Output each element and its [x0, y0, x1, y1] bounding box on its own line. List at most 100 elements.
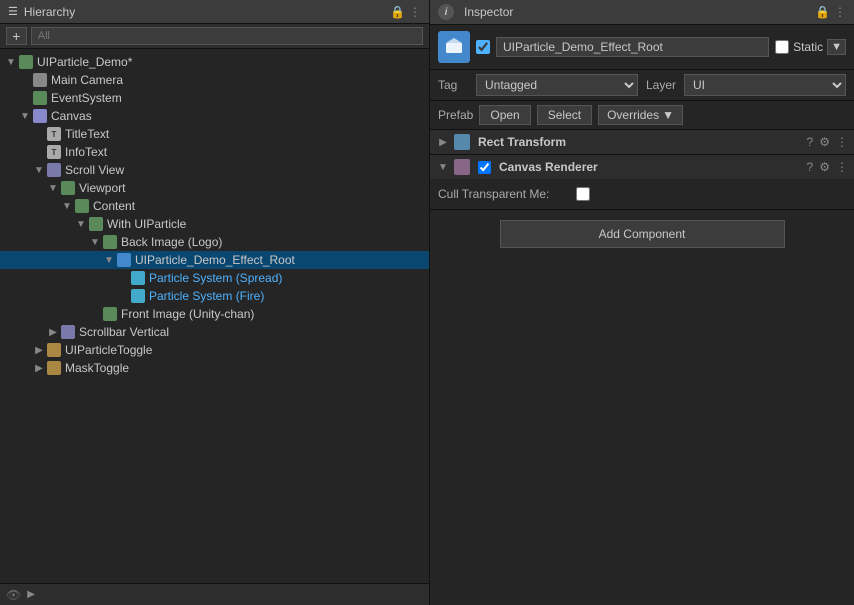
tree-item-TitleText[interactable]: T TitleText: [0, 125, 429, 143]
icon-ScrollbarVertical: [60, 324, 76, 340]
arrow-ScrollView: [32, 165, 46, 176]
icon-Viewport: [60, 180, 76, 196]
rect-transform-title: Rect Transform: [478, 135, 803, 149]
canvas-renderer-help-icon[interactable]: ?: [807, 160, 814, 174]
canvas-renderer-settings-icon[interactable]: ⚙: [819, 160, 830, 174]
rect-transform-icon: [454, 134, 470, 150]
tag-dropdown[interactable]: Untagged: [476, 74, 638, 96]
tree-item-WithUIParticle[interactable]: With UIParticle: [0, 215, 429, 233]
icon-MaskToggle: [46, 360, 62, 376]
tree-item-Canvas[interactable]: Canvas: [0, 107, 429, 125]
inspector-lock-icon[interactable]: 🔒: [815, 5, 830, 19]
tree-item-ParticleSpread[interactable]: Particle System (Spread): [0, 269, 429, 287]
label-ScrollView: Scroll View: [65, 163, 124, 177]
tree-item-UIParticleDemoEffectRoot[interactable]: UIParticle_Demo_Effect_Root: [0, 251, 429, 269]
tree-item-Viewport[interactable]: Viewport: [0, 179, 429, 197]
overrides-arrow-icon: ▼: [662, 108, 674, 122]
hierarchy-bottom-arrow: ▶: [27, 589, 35, 600]
inspector-header-left: i Inspector: [438, 4, 513, 20]
tag-label: Tag: [438, 78, 468, 92]
component-rect-transform: ▶ Rect Transform ? ⚙ ⋮: [430, 130, 854, 155]
rect-transform-header[interactable]: ▶ Rect Transform ? ⚙ ⋮: [430, 130, 854, 154]
arrow-UIParticle_Demo: [4, 57, 18, 68]
canvas-renderer-more-icon[interactable]: ⋮: [836, 160, 848, 174]
static-checkbox[interactable]: [775, 40, 789, 54]
tree-item-UIParticle_Demo[interactable]: UIParticle_Demo* ⋮: [0, 53, 429, 71]
tree-item-ScrollView[interactable]: Scroll View: [0, 161, 429, 179]
canvas-renderer-actions: ? ⚙ ⋮: [807, 160, 848, 174]
gameobj-enabled-checkbox[interactable]: [476, 40, 490, 54]
hierarchy-toolbar: +: [0, 24, 429, 49]
gameobj-name-input[interactable]: [496, 37, 769, 57]
tree-item-MaskToggle[interactable]: MaskToggle: [0, 359, 429, 377]
icon-TitleText: T: [46, 126, 62, 142]
inspector-more-icon[interactable]: ⋮: [834, 5, 846, 19]
arrow-Viewport: [46, 183, 60, 194]
icon-UIParticleToggle: [46, 342, 62, 358]
icon-EventSystem: [32, 90, 48, 106]
canvas-renderer-icon: [454, 159, 470, 175]
icon-InfoText: T: [46, 144, 62, 160]
icon-FrontImage: [102, 306, 118, 322]
tree-item-UIParticleToggle[interactable]: UIParticleToggle: [0, 341, 429, 359]
hierarchy-header-actions: 🔒 ⋮: [390, 5, 421, 19]
tree-item-BackImageLogo[interactable]: Back Image (Logo): [0, 233, 429, 251]
arrow-UIParticleDemoEffectRoot: [102, 255, 116, 266]
tree-item-EventSystem[interactable]: EventSystem: [0, 89, 429, 107]
layer-label: Layer: [646, 78, 676, 92]
label-InfoText: InfoText: [65, 145, 107, 159]
label-TitleText: TitleText: [65, 127, 109, 141]
gameobj-icon-box[interactable]: [438, 31, 470, 63]
label-ScrollbarVertical: Scrollbar Vertical: [79, 325, 169, 339]
tree-item-Content[interactable]: Content: [0, 197, 429, 215]
icon-MainCamera: [32, 72, 48, 88]
hierarchy-bottom-bar: 👁 ▶: [0, 583, 429, 605]
icon-BackImageLogo: [102, 234, 118, 250]
label-Content: Content: [93, 199, 135, 213]
label-UIParticleToggle: UIParticleToggle: [65, 343, 152, 357]
layer-dropdown[interactable]: UI: [684, 74, 846, 96]
static-dropdown-button[interactable]: ▼: [827, 39, 846, 55]
prefab-overrides-button[interactable]: Overrides ▼: [598, 105, 683, 125]
overrides-label: Overrides: [607, 108, 659, 122]
inspector-body: Static ▼ Tag Untagged Layer UI Prefab Op…: [430, 25, 854, 605]
rect-transform-help-icon[interactable]: ?: [807, 135, 814, 149]
tree-item-ScrollbarVertical[interactable]: Scrollbar Vertical: [0, 323, 429, 341]
hierarchy-search-input[interactable]: [31, 27, 423, 45]
rect-transform-more-icon[interactable]: ⋮: [836, 135, 848, 149]
static-area: Static ▼: [775, 39, 846, 55]
tree-item-InfoText[interactable]: T InfoText: [0, 143, 429, 161]
tree-item-MainCamera[interactable]: Main Camera: [0, 71, 429, 89]
hierarchy-more-icon[interactable]: ⋮: [409, 5, 421, 19]
tree-item-ParticleFire[interactable]: Particle System (Fire): [0, 287, 429, 305]
prefab-open-button[interactable]: Open: [479, 105, 530, 125]
cull-transparent-label: Cull Transparent Me:: [438, 187, 568, 201]
canvas-renderer-enabled-checkbox[interactable]: [478, 161, 491, 174]
label-FrontImage: Front Image (Unity-chan): [121, 307, 254, 321]
tree-item-FrontImage[interactable]: Front Image (Unity-chan): [0, 305, 429, 323]
inspector-header: i Inspector 🔒 ⋮: [430, 0, 854, 25]
hierarchy-header-left: ☰ Hierarchy: [8, 5, 75, 19]
cull-transparent-row: Cull Transparent Me:: [438, 185, 846, 203]
icon-UIParticle_Demo: [18, 54, 34, 70]
arrow-Canvas: [18, 111, 32, 122]
arrow-BackImageLogo: [88, 237, 102, 248]
hierarchy-lock-icon[interactable]: 🔒: [390, 5, 405, 19]
icon-Canvas: [32, 108, 48, 124]
tag-layer-row: Tag Untagged Layer UI: [430, 70, 854, 101]
hierarchy-header: ☰ Hierarchy 🔒 ⋮: [0, 0, 429, 24]
icon-Content: [74, 198, 90, 214]
label-Canvas: Canvas: [51, 109, 92, 123]
rect-transform-settings-icon[interactable]: ⚙: [819, 135, 830, 149]
hierarchy-eye-icon: 👁: [6, 588, 21, 602]
add-component-button[interactable]: Add Component: [500, 220, 785, 248]
cull-transparent-checkbox[interactable]: [576, 187, 590, 201]
icon-ParticleFire: [130, 288, 146, 304]
hierarchy-add-button[interactable]: +: [6, 27, 27, 45]
arrow-MaskToggle: [32, 363, 46, 374]
icon-WithUIParticle: [88, 216, 104, 232]
prefab-select-button[interactable]: Select: [537, 105, 592, 125]
canvas-renderer-header[interactable]: ▼ Canvas Renderer ? ⚙ ⋮: [430, 155, 854, 179]
prefab-row: Prefab Open Select Overrides ▼: [430, 101, 854, 130]
hierarchy-tree: UIParticle_Demo* ⋮ Main Camera EventSyst…: [0, 49, 429, 583]
